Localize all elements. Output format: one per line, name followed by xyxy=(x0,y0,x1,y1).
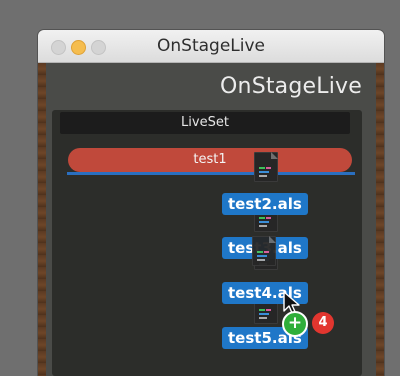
copy-plus-badge: + xyxy=(282,311,308,337)
song-item-test1[interactable]: test1 xyxy=(68,148,352,172)
document-icon xyxy=(254,152,278,182)
document-icon xyxy=(252,236,276,266)
drop-indicator-line xyxy=(67,172,355,175)
wood-right-border xyxy=(376,63,384,376)
window-title: OnStageLive xyxy=(157,36,265,56)
plus-icon: + xyxy=(287,313,303,333)
wood-left-border xyxy=(38,63,46,376)
app-brand: OnStageLive xyxy=(220,74,362,99)
titlebar: OnStageLive xyxy=(38,30,384,63)
dragged-file-test2: test2.als xyxy=(222,193,308,215)
liveset-header: LiveSet xyxy=(60,112,350,134)
drag-count-badge: 4 xyxy=(312,312,334,334)
